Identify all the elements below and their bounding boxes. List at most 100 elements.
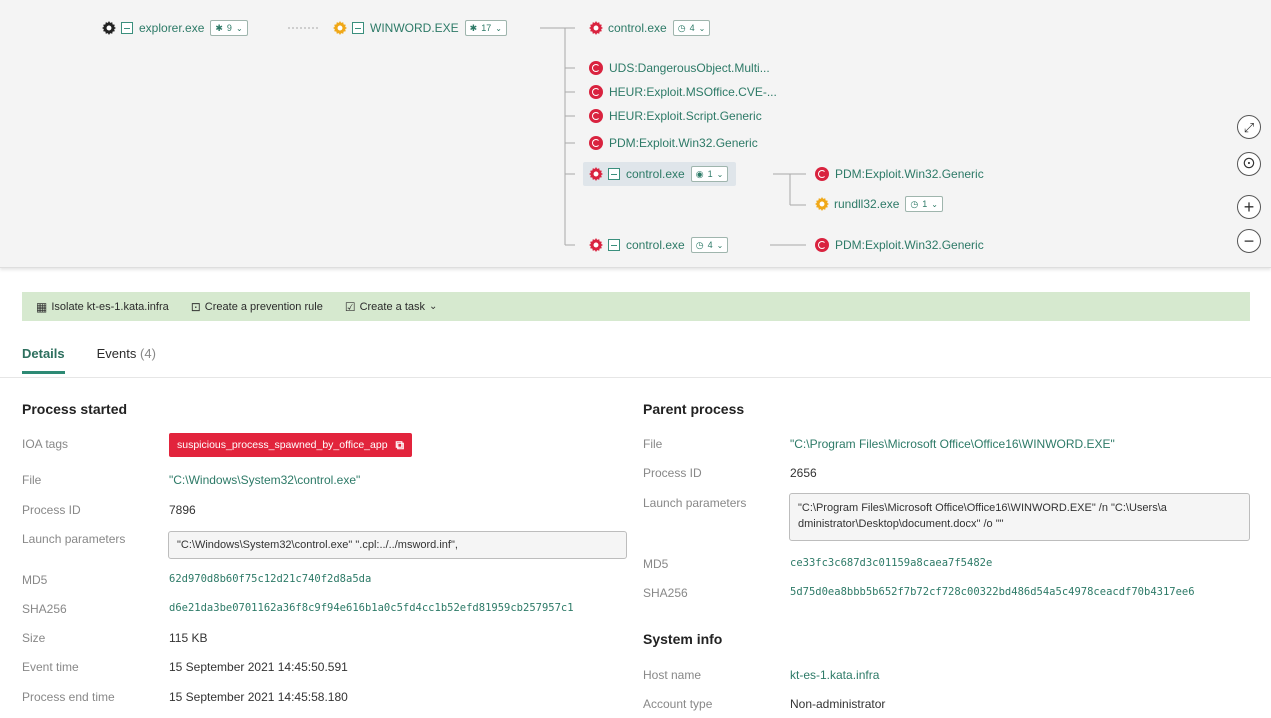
parent-file-value[interactable]: "C:\Program Files\Microsoft Office\Offic…	[790, 437, 1115, 451]
fit-screen-icon: ⤢	[1243, 119, 1255, 135]
events-count-dropdown[interactable]: ✱ 17 ⌄	[464, 20, 507, 36]
events-count-dropdown[interactable]: ◷ 4 ⌄	[690, 237, 729, 253]
chevron-down-icon: ⌄	[931, 199, 938, 209]
threat-name[interactable]: PDM:Exploit.Win32.Generic	[609, 136, 758, 150]
badge-count: 4	[707, 240, 713, 250]
parent-pid-value: 2656	[790, 466, 817, 480]
host-value[interactable]: kt-es-1.kata.infra	[790, 668, 879, 682]
process-name[interactable]: WINWORD.EXE	[370, 21, 459, 35]
event-time-label: Event time	[22, 660, 79, 674]
gear-icon	[102, 21, 116, 35]
pid-value: 7896	[169, 503, 196, 517]
process-name[interactable]: control.exe	[626, 167, 685, 181]
parent-file-label: File	[643, 437, 663, 451]
minus-icon: −	[1243, 231, 1255, 251]
collapse-toggle[interactable]	[608, 239, 620, 251]
center-button[interactable]: ⊙	[1237, 152, 1261, 176]
parent-md5-label: MD5	[643, 557, 669, 571]
external-link-icon[interactable]: ⧉	[396, 438, 405, 453]
tab-events[interactable]: Events (4)	[97, 346, 156, 374]
tree-node-control-selected[interactable]: control.exe ◉ 1 ⌄	[583, 162, 737, 186]
badge-count: 4	[689, 23, 695, 33]
section-title-process-started: Process started	[22, 401, 128, 417]
process-name[interactable]: control.exe	[608, 21, 667, 35]
threat-name[interactable]: PDM:Exploit.Win32.Generic	[835, 238, 984, 252]
host-label: Host name	[643, 668, 702, 682]
isolate-label: Isolate kt-es-1.kata.infra	[51, 300, 169, 313]
events-count-dropdown[interactable]: ◉ 1 ⌄	[690, 166, 729, 182]
prevention-icon: ⊡	[190, 299, 201, 314]
threat-icon	[589, 109, 603, 123]
tree-node-threat[interactable]: PDM:Exploit.Win32.Generic	[589, 133, 758, 153]
threat-name[interactable]: UDS:DangerousObject.Multi...	[609, 61, 770, 75]
tabs-divider	[0, 377, 1271, 378]
create-prevention-rule-button[interactable]: ⊡ Create a prevention rule	[191, 300, 323, 314]
chevron-down-icon: ⌄	[495, 23, 502, 33]
badge-count: 17	[481, 23, 492, 33]
parent-md5-value[interactable]: ce33fc3c687d3c01159a8caea7f5482e	[790, 557, 992, 569]
collapse-toggle[interactable]	[121, 22, 133, 34]
chevron-down-icon: ⌄	[716, 169, 724, 179]
tree-node-threat[interactable]: PDM:Exploit.Win32.Generic	[815, 235, 984, 255]
tree-node-rundll32[interactable]: rundll32.exe ◷ 1 ⌄	[815, 194, 943, 214]
action-toolbar: ▦ Isolate kt-es-1.kata.infra ⊡ Create a …	[22, 292, 1250, 321]
tab-label: Details	[22, 346, 65, 361]
launch-params-box[interactable]: "C:\Windows\System32\control.exe" ".cpl:…	[168, 531, 627, 559]
threat-name[interactable]: HEUR:Exploit.Script.Generic	[609, 109, 762, 123]
collapse-toggle[interactable]	[608, 168, 620, 180]
process-name[interactable]: rundll32.exe	[834, 197, 899, 211]
events-count-dropdown[interactable]: ◷ 1 ⌄	[905, 196, 943, 212]
events-count-dropdown[interactable]: ◷ 4 ⌄	[672, 20, 711, 36]
clock-icon: ◷	[910, 198, 919, 209]
file-value[interactable]: "C:\Windows\System32\control.exe"	[169, 473, 360, 487]
file-label: File	[22, 473, 42, 487]
process-tree[interactable]: explorer.exe ✱ 9 ⌄ WINWORD.EXE ✱ 17 ⌄ co…	[0, 0, 1271, 268]
process-name[interactable]: control.exe	[626, 238, 685, 252]
threat-icon	[589, 85, 603, 99]
gear-icon	[589, 167, 603, 181]
tree-node-threat[interactable]: HEUR:Exploit.Script.Generic	[589, 106, 762, 126]
gear-icon	[589, 238, 603, 252]
ioa-label: IOA tags	[22, 437, 69, 451]
threat-name[interactable]: PDM:Exploit.Win32.Generic	[835, 167, 984, 181]
chevron-down-icon: ⌄	[235, 23, 243, 33]
tab-count: (4)	[140, 346, 156, 361]
tree-node-threat[interactable]: PDM:Exploit.Win32.Generic	[815, 164, 984, 184]
tree-node-threat[interactable]: UDS:DangerousObject.Multi...	[589, 58, 770, 78]
create-task-dropdown[interactable]: ☑ Create a task ⌄	[345, 300, 438, 314]
ioa-tag-text: suspicious_process_spawned_by_office_app	[177, 439, 388, 451]
ioa-tag[interactable]: suspicious_process_spawned_by_office_app…	[169, 433, 413, 457]
parent-sha256-value[interactable]: 5d75d0ea8bbb5b652f7b72cf728c00322bd486d5…	[790, 586, 1195, 598]
process-name[interactable]: explorer.exe	[139, 21, 204, 35]
isolate-host-button[interactable]: ▦ Isolate kt-es-1.kata.infra	[36, 300, 169, 314]
tree-node-threat[interactable]: HEUR:Exploit.MSOffice.CVE-...	[589, 82, 777, 102]
md5-value[interactable]: 62d970d8b60f75c12d21c740f2d8a5da	[169, 573, 371, 585]
zoom-in-button[interactable]: +	[1237, 195, 1261, 219]
tab-details[interactable]: Details	[22, 346, 65, 374]
task-icon: ☑	[344, 299, 356, 314]
launch-params-label: Launch parameters	[22, 532, 126, 546]
plus-icon: +	[1243, 197, 1255, 217]
events-count-dropdown[interactable]: ✱ 9 ⌄	[210, 20, 248, 36]
pid-label: Process ID	[22, 503, 81, 517]
chevron-down-icon: ⌄	[716, 240, 724, 250]
zoom-out-button[interactable]: −	[1237, 229, 1261, 253]
clock-icon: ◷	[677, 22, 686, 33]
tree-node-winword[interactable]: WINWORD.EXE ✱ 17 ⌄	[333, 18, 507, 38]
tree-node-control[interactable]: control.exe ◷ 4 ⌄	[589, 18, 711, 38]
collapse-toggle[interactable]	[352, 22, 364, 34]
end-time-label: Process end time	[22, 690, 115, 704]
threat-name[interactable]: HEUR:Exploit.MSOffice.CVE-...	[609, 85, 777, 99]
sha256-value[interactable]: d6e21da3be0701162a36f8c9f94e616b1a0c5fd4…	[169, 602, 574, 614]
fit-to-screen-button[interactable]: ⤢	[1237, 115, 1261, 139]
parent-launch-params-box[interactable]: "C:\Program Files\Microsoft Office\Offic…	[789, 493, 1250, 541]
detail-tabs: Details Events (4)	[22, 346, 156, 374]
tree-node-control[interactable]: control.exe ◷ 4 ⌄	[589, 235, 729, 255]
tree-node-explorer[interactable]: explorer.exe ✱ 9 ⌄	[102, 18, 248, 38]
md5-label: MD5	[22, 573, 48, 587]
target-icon: ⊙	[1242, 155, 1256, 172]
prevention-label: Create a prevention rule	[204, 300, 323, 313]
section-title-system-info: System info	[643, 631, 723, 647]
threat-icon	[589, 136, 603, 150]
badge-count: 9	[226, 23, 232, 33]
